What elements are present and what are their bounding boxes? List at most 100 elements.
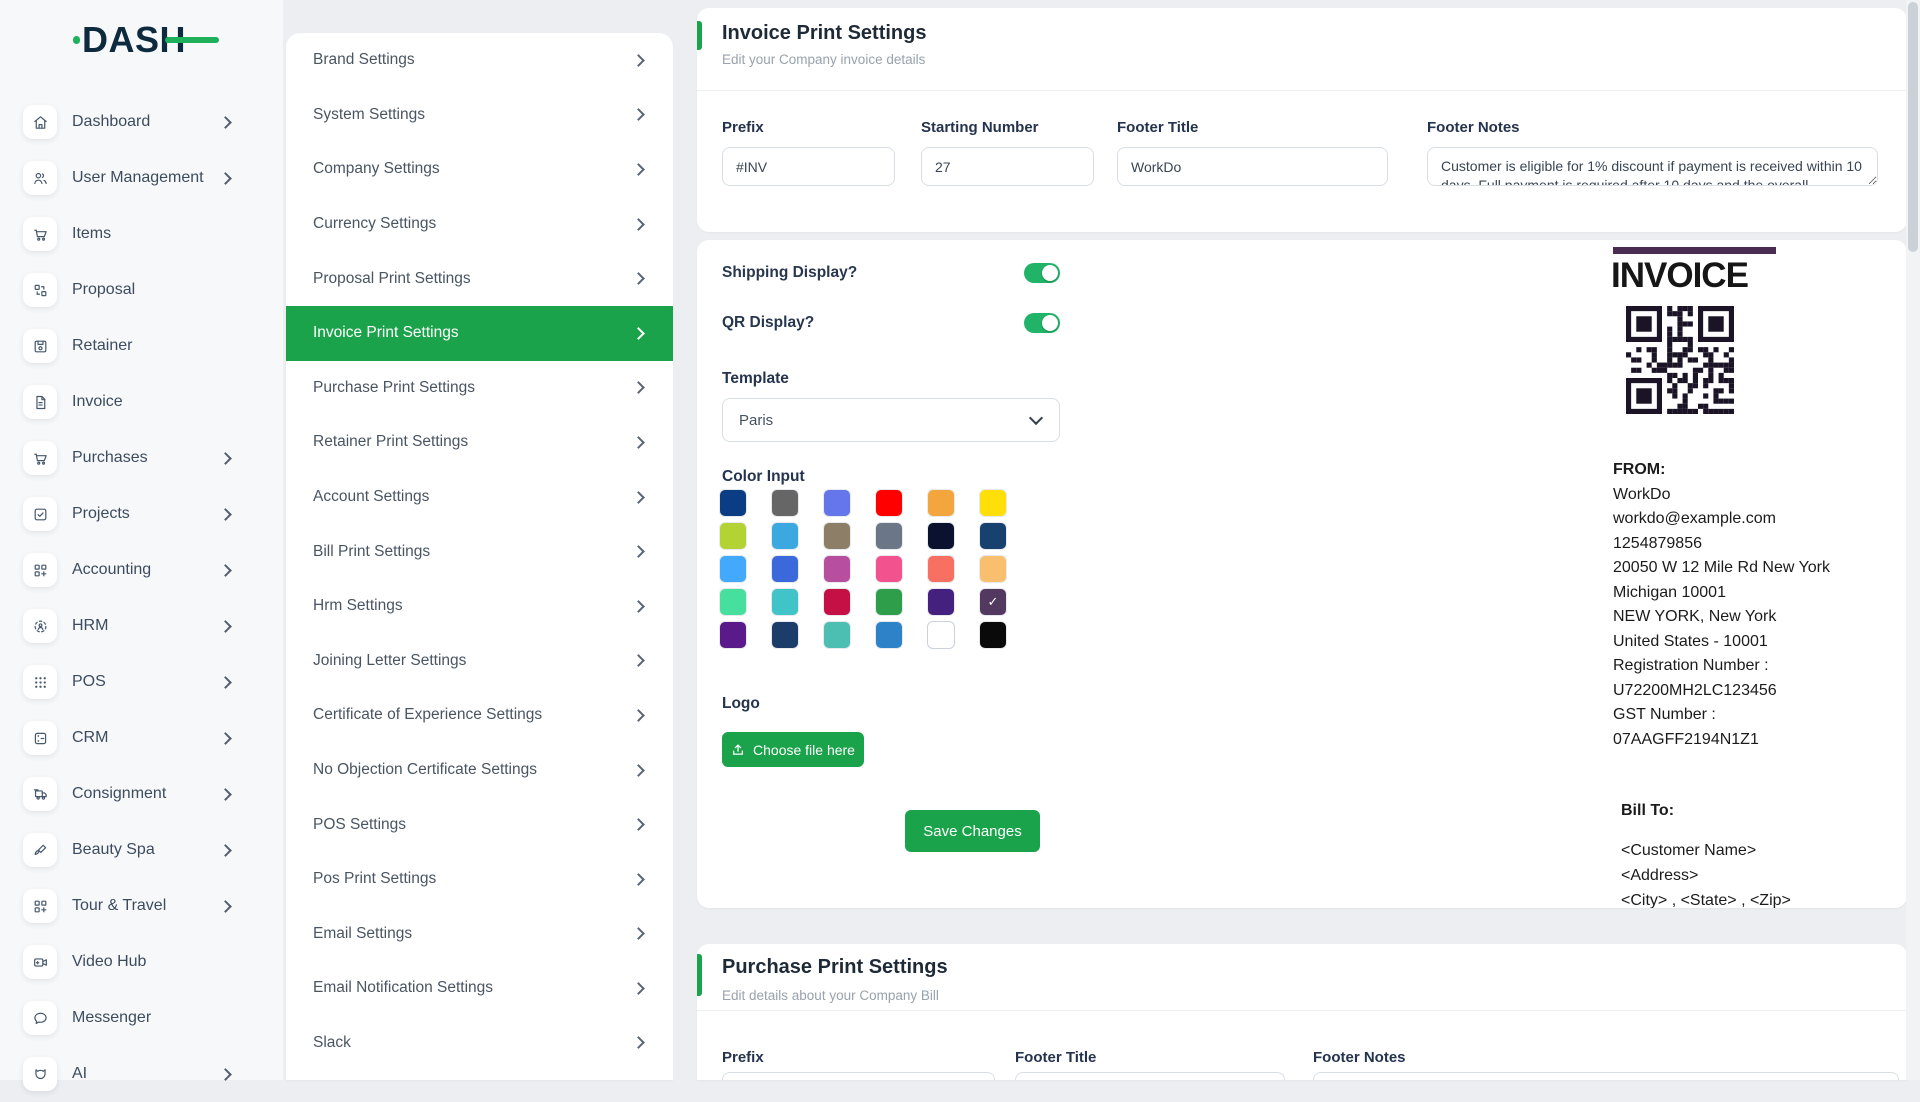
sidebar-item-messenger[interactable]: Messenger: [0, 990, 283, 1046]
sidebar-item-tour-travel[interactable]: Tour & Travel: [0, 878, 283, 934]
sidebar-item-label: Items: [72, 225, 111, 243]
prefix-label: Prefix: [722, 1049, 764, 1066]
template-select[interactable]: Paris: [722, 398, 1060, 442]
color-swatch[interactable]: [720, 523, 746, 549]
brand-logo[interactable]: DASH: [82, 22, 186, 58]
prefix-input[interactable]: [722, 147, 895, 186]
invoice-print-settings-card: Invoice Print Settings Edit your Company…: [697, 8, 1907, 232]
save-changes-button[interactable]: Save Changes: [905, 810, 1040, 852]
settings-nav-item-currency-settings[interactable]: Currency Settings: [286, 197, 673, 252]
color-swatch[interactable]: [772, 589, 798, 615]
settings-nav-item-email-notification-settings[interactable]: Email Notification Settings: [286, 961, 673, 1016]
users-icon: [23, 161, 57, 195]
color-swatch[interactable]: [772, 490, 798, 516]
sidebar-item-user-management[interactable]: User Management: [0, 150, 283, 206]
sidebar-item-pos[interactable]: POS: [0, 654, 283, 710]
settings-nav-item-account-settings[interactable]: Account Settings: [286, 470, 673, 525]
settings-nav-item-joining-letter-settings[interactable]: Joining Letter Settings: [286, 634, 673, 689]
footer-notes-textarea[interactable]: Customer is eligible for 1% discount if …: [1427, 147, 1878, 186]
chevron-right-icon: [632, 1037, 645, 1050]
color-swatch[interactable]: [772, 523, 798, 549]
color-swatch[interactable]: [928, 523, 954, 549]
settings-nav-item-proposal-print-settings[interactable]: Proposal Print Settings: [286, 251, 673, 306]
sidebar-item-proposal[interactable]: Proposal: [0, 262, 283, 318]
starting-number-input[interactable]: [921, 147, 1094, 186]
settings-nav-item-pos-print-settings[interactable]: Pos Print Settings: [286, 852, 673, 907]
color-swatch[interactable]: ✓: [980, 589, 1006, 615]
settings-nav-item-brand-settings[interactable]: Brand Settings: [286, 33, 673, 88]
color-swatch[interactable]: [876, 523, 902, 549]
color-swatch[interactable]: [824, 490, 850, 516]
grid-plus-icon: [23, 889, 57, 923]
settings-nav-item-email-settings[interactable]: Email Settings: [286, 907, 673, 962]
settings-nav-item-system-settings[interactable]: System Settings: [286, 88, 673, 143]
settings-nav-item-hrm-settings[interactable]: Hrm Settings: [286, 579, 673, 634]
sidebar-item-hrm[interactable]: HRM: [0, 598, 283, 654]
sidebar-item-items[interactable]: Items: [0, 206, 283, 262]
color-swatch[interactable]: [980, 622, 1006, 648]
settings-nav-label: Company Settings: [313, 160, 440, 178]
chevron-right-icon: [219, 172, 232, 185]
page-scrollbar-thumb[interactable]: [1908, 2, 1918, 252]
color-swatch[interactable]: [720, 589, 746, 615]
shipping-display-toggle[interactable]: [1024, 263, 1060, 283]
qr-display-toggle[interactable]: [1024, 313, 1060, 333]
color-swatch[interactable]: [928, 589, 954, 615]
color-swatch[interactable]: [720, 622, 746, 648]
starting-number-label: Starting Number: [921, 119, 1039, 136]
preview-invoice-title: INVOICE: [1611, 256, 1748, 296]
color-swatch[interactable]: [876, 589, 902, 615]
chevron-right-icon: [219, 900, 232, 913]
sidebar-item-dashboard[interactable]: Dashboard: [0, 94, 283, 150]
color-swatch[interactable]: [772, 556, 798, 582]
color-swatch[interactable]: [928, 556, 954, 582]
purchase-footer-notes-input[interactable]: [1313, 1072, 1899, 1080]
color-swatch[interactable]: [876, 490, 902, 516]
color-swatch[interactable]: [876, 622, 902, 648]
sidebar-item-label: AI: [72, 1065, 87, 1083]
sidebar-item-crm[interactable]: CRM: [0, 710, 283, 766]
from-line: GST Number :: [1613, 703, 1830, 728]
sidebar-item-purchases[interactable]: Purchases: [0, 430, 283, 486]
choose-file-button[interactable]: Choose file here: [722, 732, 864, 767]
footer-title-input[interactable]: [1117, 147, 1388, 186]
color-swatch[interactable]: [928, 490, 954, 516]
sidebar-item-invoice[interactable]: Invoice: [0, 374, 283, 430]
color-swatch[interactable]: [824, 589, 850, 615]
sidebar-item-retainer[interactable]: Retainer: [0, 318, 283, 374]
purchase-prefix-input[interactable]: [722, 1072, 995, 1080]
color-swatch[interactable]: [824, 556, 850, 582]
settings-nav-item-slack[interactable]: Slack: [286, 1016, 673, 1071]
sidebar-item-consignment[interactable]: Consignment: [0, 766, 283, 822]
settings-nav-item-pos-settings[interactable]: POS Settings: [286, 797, 673, 852]
shipping-display-label: Shipping Display?: [722, 264, 857, 282]
color-swatch[interactable]: [980, 490, 1006, 516]
sidebar-item-projects[interactable]: Projects: [0, 486, 283, 542]
chevron-right-icon: [219, 732, 232, 745]
color-swatch[interactable]: [824, 622, 850, 648]
sidebar-item-beauty-spa[interactable]: Beauty Spa: [0, 822, 283, 878]
color-swatch[interactable]: [980, 556, 1006, 582]
settings-nav-item-retainer-print-settings[interactable]: Retainer Print Settings: [286, 415, 673, 470]
color-swatch[interactable]: [876, 556, 902, 582]
settings-nav-item-purchase-print-settings[interactable]: Purchase Print Settings: [286, 361, 673, 416]
settings-nav-item-no-objection-certificate-settings[interactable]: No Objection Certificate Settings: [286, 743, 673, 798]
sidebar-item-video-hub[interactable]: Video Hub: [0, 934, 283, 990]
floppy-icon: [23, 329, 57, 363]
color-swatch[interactable]: [824, 523, 850, 549]
settings-nav-label: Email Settings: [313, 925, 412, 943]
color-swatch[interactable]: [720, 490, 746, 516]
purchase-footer-title-input[interactable]: [1015, 1072, 1285, 1080]
color-swatch[interactable]: [772, 622, 798, 648]
settings-nav-item-company-settings[interactable]: Company Settings: [286, 142, 673, 197]
settings-nav-item-certificate-of-experience-settings[interactable]: Certificate of Experience Settings: [286, 688, 673, 743]
settings-nav-item-invoice-print-settings[interactable]: Invoice Print Settings: [286, 306, 673, 361]
from-line: 07AAGFF2194N1Z1: [1613, 728, 1830, 753]
sidebar-item-ai[interactable]: AI: [0, 1046, 283, 1102]
color-swatch[interactable]: [928, 622, 954, 648]
color-swatch[interactable]: [980, 523, 1006, 549]
sidebar-item-accounting[interactable]: Accounting: [0, 542, 283, 598]
settings-nav-label: Bill Print Settings: [313, 543, 430, 561]
color-swatch[interactable]: [720, 556, 746, 582]
settings-nav-item-bill-print-settings[interactable]: Bill Print Settings: [286, 524, 673, 579]
